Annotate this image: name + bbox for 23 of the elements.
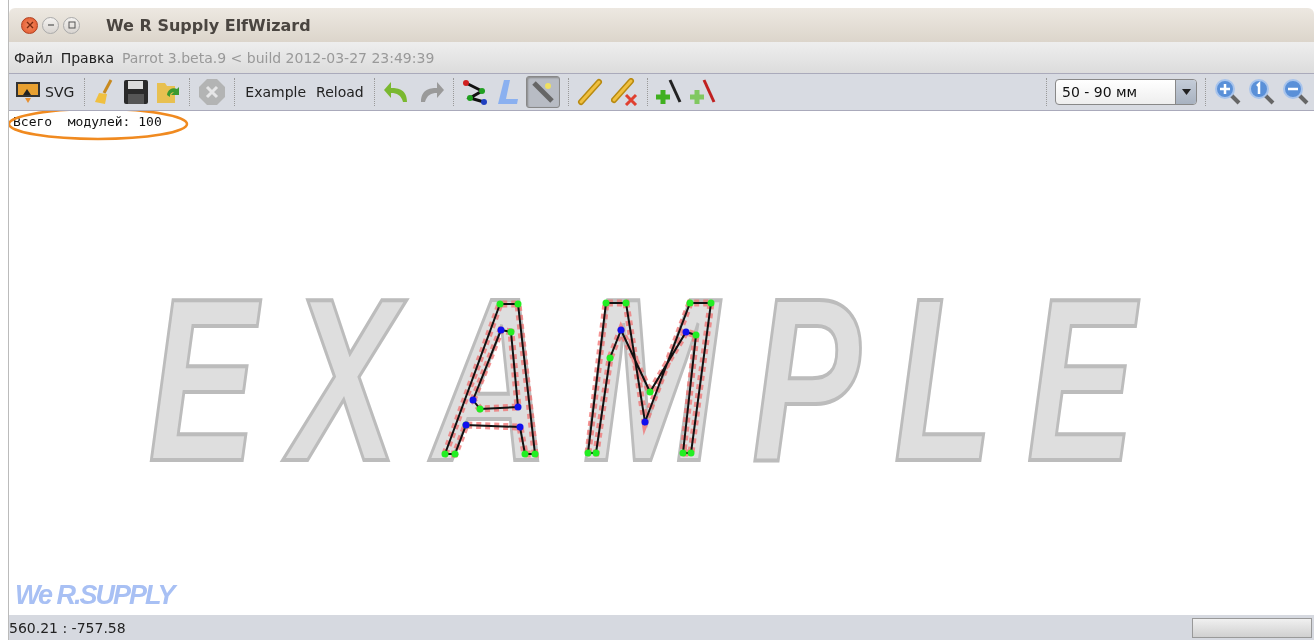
close-icon[interactable] [21, 16, 38, 34]
pencil-icon[interactable] [576, 78, 605, 106]
version-label: Parrot 3.beta.9 < build 2012-03-27 23:49:39 [121, 49, 435, 66]
scale-dropdown[interactable]: 50 - 90 мм [1055, 79, 1197, 105]
image-icon [15, 80, 41, 104]
reload-button[interactable]: Reload [314, 76, 366, 108]
add-line-icon[interactable] [655, 78, 684, 106]
plus-line-icon[interactable] [689, 78, 718, 106]
pencil-delete-icon[interactable] [610, 78, 639, 106]
zoom-in-icon[interactable] [1214, 78, 1242, 106]
window-title: We R Supply ElfWizard [106, 15, 311, 35]
path-nodes-icon[interactable] [461, 78, 490, 106]
maximize-icon[interactable] [63, 16, 80, 34]
menu-item[interactable]: Правка [60, 49, 114, 66]
letter-l-icon[interactable] [495, 78, 520, 106]
zoom-actual-icon[interactable] [1248, 78, 1276, 106]
menu-item[interactable]: Файл [14, 49, 53, 66]
cursor-coordinates: 560.21 : -757.58 [9, 619, 126, 636]
example-button[interactable]: Example [243, 76, 309, 108]
zoom-out-icon[interactable] [1282, 78, 1310, 106]
wand-toggle-button[interactable] [525, 76, 560, 108]
svg-button[interactable]: SVG [13, 76, 77, 108]
caret-icon [1181, 89, 1191, 95]
